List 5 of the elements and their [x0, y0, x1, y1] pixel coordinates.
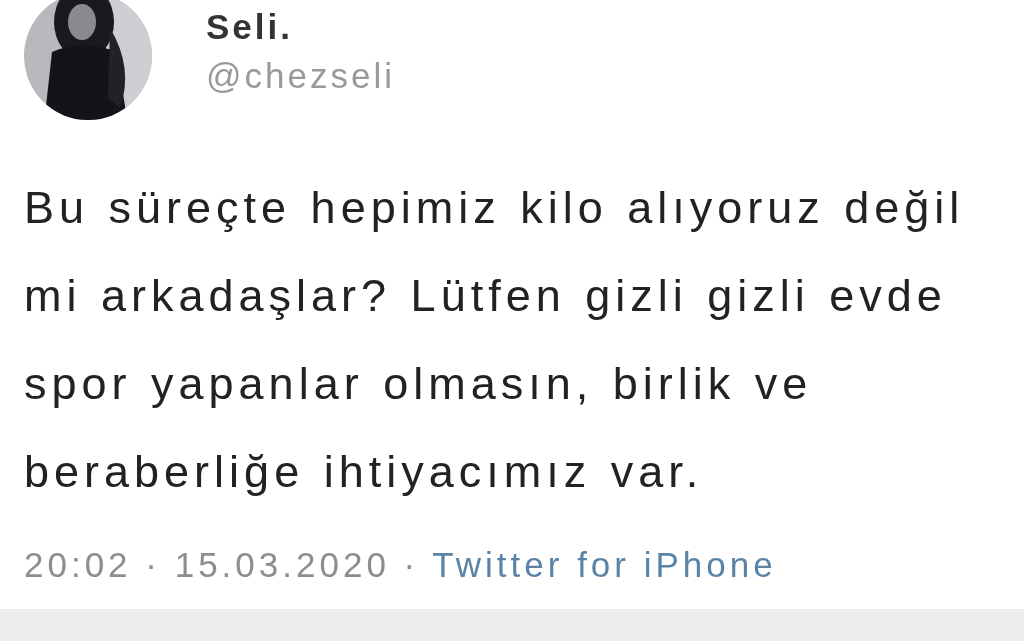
- tweet-timestamp: 20:02 · 15.03.2020 ·: [24, 545, 420, 584]
- source-link[interactable]: Twitter for iPhone: [432, 545, 777, 584]
- user-name: Seli.: [206, 8, 294, 47]
- tweet-text: Bu süreçte hepimiz kilo alıyoruz değil mi arkadaşlar? Lütfen gizli gizli evde spor yapanlar olmasın, birlik ve beraberliğe ihtiyacımız var.: [24, 181, 966, 499]
- user-handle: @chezseli: [206, 56, 395, 95]
